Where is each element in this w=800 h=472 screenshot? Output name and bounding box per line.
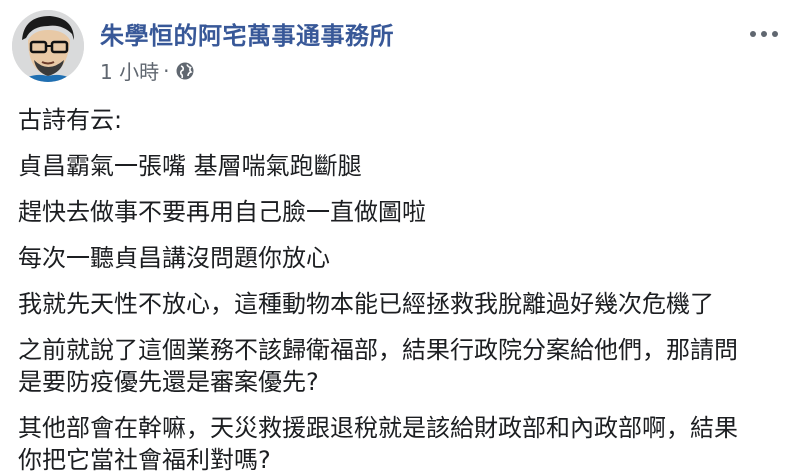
post-paragraph: 趕快去做事不要再用自己臉一直做圖啦 bbox=[18, 198, 426, 226]
post-paragraph: 每次一聽貞昌講沒問題你放心 bbox=[18, 244, 330, 272]
post-paragraph: 我就先天性不放心，這種動物本能已經拯救我脫離過好幾次危機了 bbox=[18, 290, 714, 318]
post-paragraph: 貞昌霸氣一張嘴 基層喘氣跑斷腿 bbox=[18, 152, 362, 180]
globe-icon[interactable] bbox=[175, 61, 195, 81]
more-dot bbox=[750, 31, 756, 37]
post-meta: 1 小時 · bbox=[100, 56, 195, 85]
more-dot bbox=[761, 31, 767, 37]
avatar[interactable] bbox=[12, 10, 84, 82]
post-body: 古詩有云: 貞昌霸氣一張嘴 基層喘氣跑斷腿 趕快去做事不要再用自己臉一直做圖啦 … bbox=[18, 104, 788, 472]
post-paragraph: 古詩有云: bbox=[18, 106, 123, 134]
post-paragraph: 其他部會在幹嘛，天災救援跟退稅就是該給財政部和內政部啊，結果 你把它當社會福利對… bbox=[18, 414, 738, 472]
meta-separator: · bbox=[163, 58, 170, 83]
post-timestamp[interactable]: 1 小時 bbox=[100, 56, 159, 85]
post-paragraph: 之前就說了這個業務不該歸衛福部，結果行政院分案給他們，那請問 是要防疫優先還是審… bbox=[18, 336, 738, 396]
avatar-image bbox=[12, 10, 84, 82]
page-name-link[interactable]: 朱學恒的阿宅萬事通事務所 bbox=[100, 16, 394, 51]
more-options-icon[interactable] bbox=[744, 22, 784, 46]
post-header: 朱學恒的阿宅萬事通事務所 1 小時 · bbox=[12, 10, 788, 90]
more-dot bbox=[772, 31, 778, 37]
